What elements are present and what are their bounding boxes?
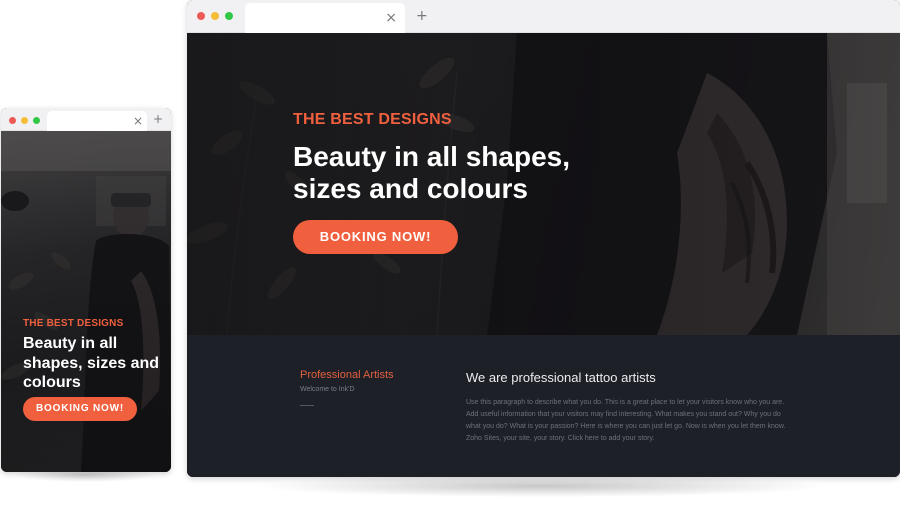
mobile-close-icon[interactable]: × [133,115,143,127]
desktop-browser-window: × + THE BEST DESIGNS Beauty in all shape… [187,0,900,477]
mobile-hero-headline: Beauty in all shapes, sizes and colours [23,334,168,393]
close-icon[interactable]: × [385,11,397,25]
hero-headline-line-1: Beauty in all shapes, [293,141,570,172]
mobile-hero-headline-line-2: shapes, sizes and [23,354,160,372]
mobile-booking-now-button[interactable]: BOOKING NOW! [23,397,137,421]
close-window-dot[interactable] [197,12,205,20]
about-body-text: Use this paragraph to describe what you … [466,399,786,442]
mobile-minimize-window-dot[interactable] [21,117,28,124]
mobile-close-window-dot[interactable] [9,117,16,124]
hero-headline-line-2: sizes and colours [293,173,528,204]
mobile-plus-icon[interactable]: + [153,113,163,125]
mobile-maximize-window-dot[interactable] [33,117,40,124]
mobile-browser-tab[interactable]: × [47,111,147,131]
hero-eyebrow: THE BEST DESIGNS [293,111,452,128]
about-section: Professional Artists Welcome to Ink'D We… [187,335,900,477]
hero-headline: Beauty in all shapes, sizes and colours [293,141,570,205]
about-sidebar-divider [300,405,314,406]
mobile-hero-eyebrow: THE BEST DESIGNS [23,318,124,329]
mobile-hero-headline-line-1: Beauty in all [23,335,118,352]
maximize-window-dot[interactable] [225,12,233,20]
about-sidebar-meta: Welcome to Ink'D [300,386,355,393]
about-sidebar-title: Professional Artists [300,369,394,381]
desktop-window-shadow [262,475,822,497]
minimize-window-dot[interactable] [211,12,219,20]
desktop-browser-chrome: × + [187,0,900,33]
booking-now-button[interactable]: BOOKING NOW! [293,220,458,254]
mobile-window-control-dots [9,117,40,124]
hero-section: THE BEST DESIGNS Beauty in all shapes, s… [187,33,900,335]
mobile-browser-chrome: × + [1,108,171,131]
mobile-hero-section: THE BEST DESIGNS Beauty in all shapes, s… [1,131,171,472]
mobile-browser-window: × + THE BEST DESIGNS Beauty in all shape… [1,108,171,472]
browser-tab[interactable]: × [245,3,405,33]
about-title: We are professional tattoo artists [466,370,656,385]
window-control-dots [197,12,233,20]
plus-icon[interactable]: + [416,9,428,23]
mobile-hero-headline-line-3: colours [23,374,81,391]
